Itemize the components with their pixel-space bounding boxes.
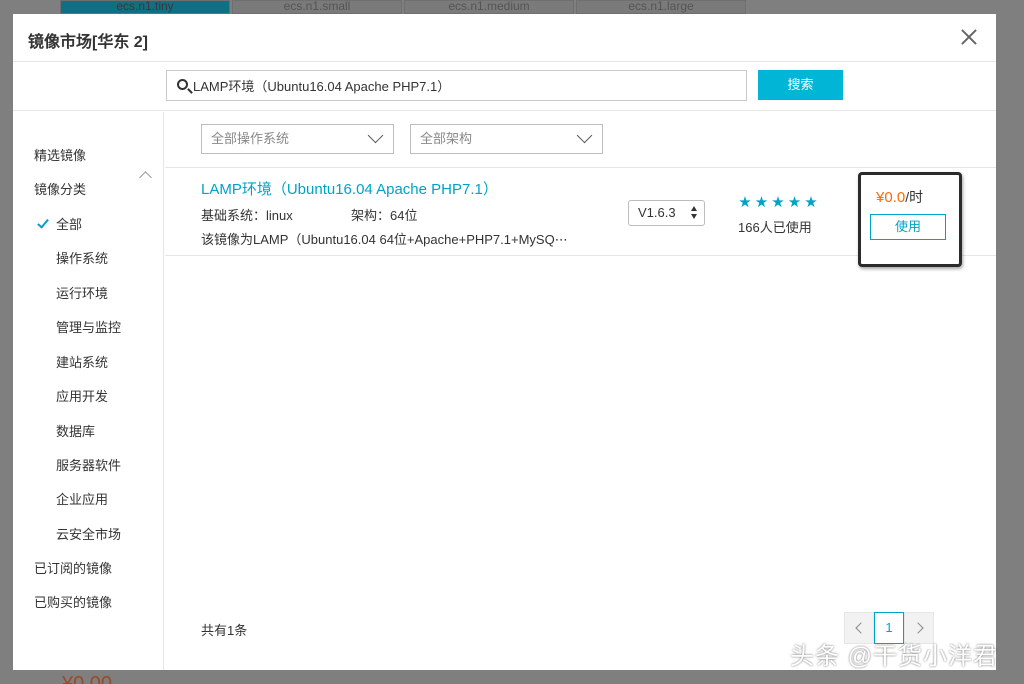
total-count: 共有1条 [201,623,248,638]
star-icon: ★ [787,194,802,211]
sidebar-item-server-software[interactable]: 服务器软件 [56,457,121,475]
sidebar-item-site-builder[interactable]: 建站系统 [56,354,108,372]
sidebar-item-runtime[interactable]: 运行环境 [56,285,108,303]
sidebar-item-monitoring[interactable]: 管理与监控 [56,319,121,337]
sidebar-item-app-dev[interactable]: 应用开发 [56,388,108,406]
sidebar: 精选镜像 镜像分类 全部 操作系统 运行环境 管理与监控 建站系统 应用开发 数… [13,112,164,670]
search-button[interactable]: 搜索 [758,70,843,100]
sidebar-item-category[interactable]: 镜像分类 [34,181,86,199]
architecture: 架构：64位 [351,208,418,223]
price-value: ¥0.0 [876,189,906,206]
close-icon[interactable] [958,26,980,48]
image-meta: 基础系统：linux 架构：64位 [201,205,417,224]
os-filter-label: 全部操作系统 [211,131,290,146]
image-result-item: LAMP环境（Ubuntu16.04 Apache PHP7.1） 基础系统：l… [165,169,996,267]
instance-tab: ecs.n1.small [232,0,402,14]
chevron-down-icon [576,127,593,144]
chevron-up-icon[interactable] [139,171,152,184]
sidebar-item-purchased[interactable]: 已购买的镜像 [34,594,112,612]
search-icon [177,79,188,90]
sidebar-item-database[interactable]: 数据库 [56,423,95,441]
instance-tab: ecs.n1.tiny [60,0,230,14]
watermark: 头条 @干货小洋君 [790,643,999,670]
use-button[interactable]: 使用 [870,214,946,240]
image-market-modal: 镜像市场[华东 2] 搜索 精选镜像 镜像分类 全部 操作系统 运行环境 管理与… [13,14,996,670]
sidebar-item-os[interactable]: 操作系统 [56,250,108,268]
star-icon: ★ [738,194,752,211]
modal-header: 镜像市场[华东 2] [13,14,996,62]
version-select[interactable]: V1.6.3 [628,200,705,226]
price-highlight-box: ¥0.0/时 使用 [858,172,962,267]
instance-tab: ecs.n1.medium [404,0,574,14]
price: ¥0.0/时 [876,187,923,207]
instance-tab: ecs.n1.large [576,0,746,14]
sidebar-item-all[interactable]: 全部 [56,216,82,234]
chevron-left-icon [855,622,867,634]
rating-stars: ★ ★ ★ ★ ★ [737,195,820,211]
image-title-link[interactable]: LAMP环境（Ubuntu16.04 Apache PHP7.1） [201,178,498,199]
os-filter-select[interactable]: 全部操作系统 [201,124,394,154]
sidebar-item-subscribed[interactable]: 已订阅的镜像 [34,560,112,578]
price-unit: /时 [905,189,924,205]
main-content: 全部操作系统 全部架构 LAMP环境（Ubuntu16.04 Apache PH… [165,112,996,670]
base-system: 基础系统：linux [201,208,293,223]
version-value: V1.6.3 [638,205,676,220]
arch-filter-select[interactable]: 全部架构 [410,124,603,154]
check-icon [37,216,49,229]
search-row: 搜索 [13,63,996,111]
chevron-right-icon [912,622,924,634]
sidebar-item-featured[interactable]: 精选镜像 [34,147,86,165]
star-icon: ★ [754,194,769,211]
chevron-down-icon [367,127,384,144]
usage-count: 166人已使用 [738,220,812,235]
star-icon: ★ [771,194,785,211]
sidebar-item-enterprise[interactable]: 企业应用 [56,491,108,509]
sidebar-item-security[interactable]: 云安全市场 [56,526,121,544]
arch-filter-label: 全部架构 [420,131,473,146]
filter-row: 全部操作系统 全部架构 [165,112,996,168]
updown-arrows-icon [691,206,697,220]
search-input[interactable] [193,71,738,100]
star-icon: ★ [804,194,818,211]
search-box[interactable] [166,70,747,101]
instance-type-tabs: ecs.n1.tiny ecs.n1.small ecs.n1.medium e… [60,0,748,14]
background-price: ¥0.00 [62,673,113,684]
image-description: 该镜像为LAMP（Ubuntu16.04 64位+Apache+PHP7.1+M… [201,232,568,247]
modal-title: 镜像市场[华东 2] [28,34,149,51]
